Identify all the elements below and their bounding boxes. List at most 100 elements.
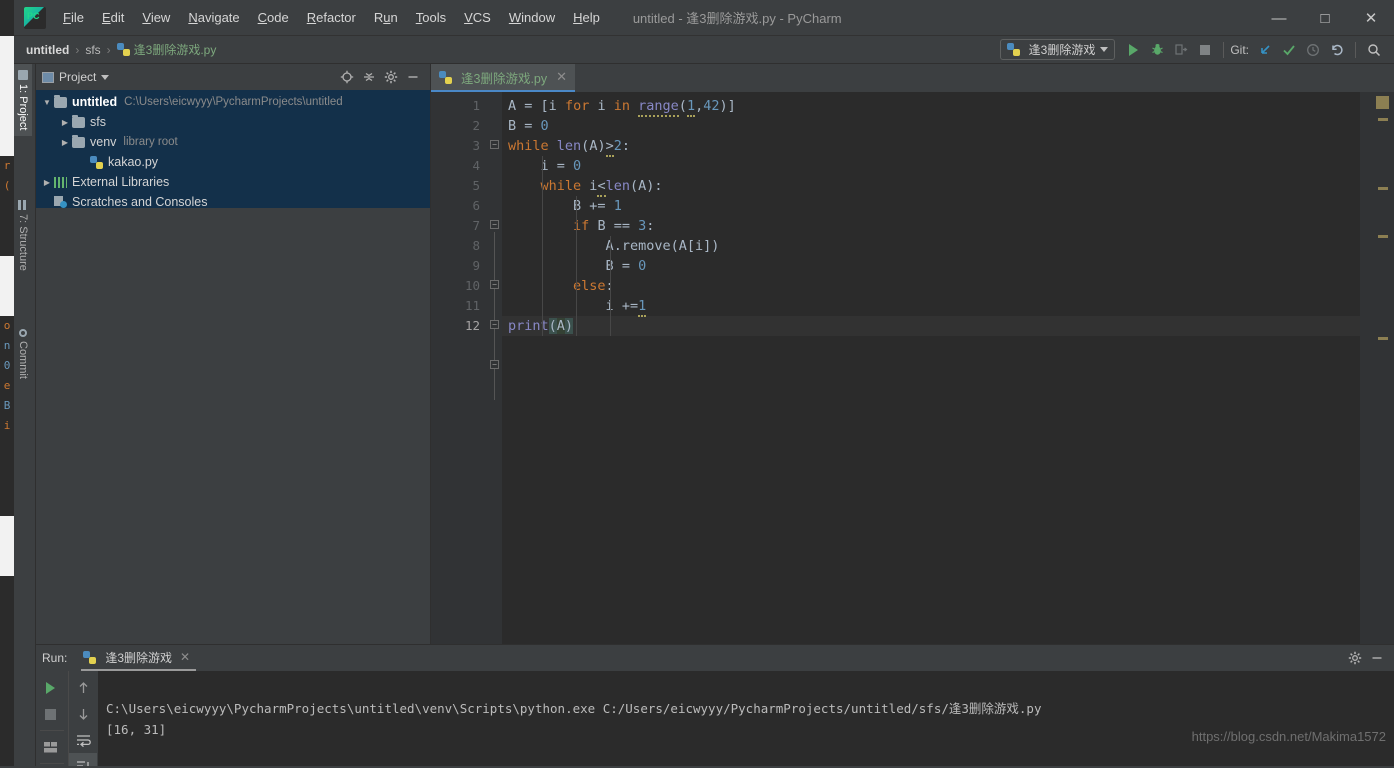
- tree-row[interactable]: ▶ venv library root: [36, 132, 430, 152]
- hide-panel-button[interactable]: [402, 66, 424, 88]
- rollback-button[interactable]: [1325, 39, 1349, 61]
- code-editor[interactable]: 1 2 3 4 5 6 7 8 9 10 11 12 − − − − − A = [i for i i…: [431, 92, 1394, 644]
- menu-item-vcs[interactable]: VCS: [455, 7, 500, 28]
- fold-gutter[interactable]: − − − − −: [488, 92, 502, 644]
- run-configuration-selector[interactable]: 逢3删除游戏: [999, 39, 1116, 60]
- tree-row[interactable]: ▼ untitled C:\Users\eicwyyy\PycharmProject…: [36, 92, 430, 112]
- run-coverage-button[interactable]: [1169, 39, 1193, 61]
- sidebar-item-project[interactable]: 1: Project: [14, 64, 32, 137]
- line-number[interactable]: 11: [431, 296, 488, 316]
- project-panel-title-group[interactable]: Project: [42, 70, 110, 84]
- hide-run-panel-button[interactable]: [1366, 647, 1388, 669]
- update-project-button[interactable]: [1253, 39, 1277, 61]
- console-output[interactable]: C:\Users\eicwyyy\PycharmProjects\untitle…: [98, 671, 1394, 768]
- pycharm-logo-icon: [24, 6, 46, 29]
- menu-item-code[interactable]: Code: [249, 7, 298, 28]
- editor-right-gutter[interactable]: [1360, 92, 1394, 644]
- close-icon[interactable]: ✕: [556, 69, 567, 85]
- locate-file-button[interactable]: [336, 66, 358, 88]
- line-number[interactable]: 7: [431, 216, 488, 236]
- tree-row[interactable]: kakao.py: [36, 152, 430, 172]
- editor-tab[interactable]: 逢3删除游戏.py ✕: [431, 64, 576, 92]
- warning-marker[interactable]: [1378, 235, 1388, 238]
- tree-row[interactable]: ▶ External Libraries: [36, 172, 430, 192]
- warning-marker[interactable]: [1378, 118, 1388, 121]
- fold-toggle[interactable]: −: [490, 360, 499, 369]
- fold-toggle[interactable]: −: [490, 280, 499, 289]
- inspection-status-icon[interactable]: [1376, 96, 1389, 109]
- chevron-right-icon[interactable]: ▶: [40, 178, 54, 187]
- menu-item-window[interactable]: Window: [500, 7, 564, 28]
- menu-item-run[interactable]: Run: [365, 7, 407, 28]
- collapse-all-button[interactable]: [358, 66, 380, 88]
- line-number[interactable]: 8: [431, 236, 488, 256]
- previous-occurrence-button[interactable]: [69, 675, 97, 701]
- line-number[interactable]: 3: [431, 136, 488, 156]
- breadcrumb: untitled › sfs › 逢3删除游戏.py: [14, 41, 216, 58]
- line-number[interactable]: 12: [431, 316, 488, 336]
- chevron-right-icon[interactable]: ▶: [58, 118, 72, 127]
- code-line-12: print(A): [502, 316, 1360, 336]
- line-number[interactable]: 5: [431, 176, 488, 196]
- menu-item-file[interactable]: File: [54, 7, 93, 28]
- close-icon[interactable]: ✕: [180, 650, 190, 664]
- stop-process-button[interactable]: [36, 701, 64, 727]
- breadcrumb-separator: ›: [75, 42, 80, 57]
- fold-toggle[interactable]: −: [490, 320, 499, 329]
- next-occurrence-button[interactable]: [69, 701, 97, 727]
- breadcrumb-item-project[interactable]: untitled: [26, 43, 69, 57]
- gear-icon: [384, 70, 398, 84]
- run-button[interactable]: [1121, 39, 1145, 61]
- settings-button[interactable]: [380, 66, 402, 88]
- menu-item-view[interactable]: View: [133, 7, 179, 28]
- soft-wrap-button[interactable]: [69, 727, 97, 753]
- line-number[interactable]: 4: [431, 156, 488, 176]
- project-tree[interactable]: ▼ untitled C:\Users\eicwyyy\PycharmProject…: [36, 90, 430, 208]
- line-number[interactable]: 9: [431, 256, 488, 276]
- chevron-down-icon[interactable]: ▼: [40, 98, 54, 107]
- run-settings-button[interactable]: [1344, 647, 1366, 669]
- library-icon: [54, 176, 67, 188]
- close-button[interactable]: ✕: [1348, 0, 1394, 36]
- tree-item-detail: C:\Users\eicwyyy\PycharmProjects\untitle…: [124, 96, 343, 108]
- stop-icon: [44, 708, 56, 720]
- fold-toggle[interactable]: −: [490, 220, 499, 229]
- tree-row[interactable]: Scratches and Consoles: [36, 192, 430, 208]
- fold-toggle[interactable]: −: [490, 140, 499, 149]
- line-number[interactable]: 10: [431, 276, 488, 296]
- menu-item-refactor[interactable]: Refactor: [298, 7, 365, 28]
- commit-button[interactable]: [1277, 39, 1301, 61]
- menu-item-help[interactable]: Help: [564, 7, 609, 28]
- tree-row[interactable]: ▶ sfs: [36, 112, 430, 132]
- warning-marker[interactable]: [1378, 337, 1388, 340]
- breadcrumb-item-folder[interactable]: sfs: [85, 43, 100, 57]
- bug-icon: [1152, 44, 1163, 55]
- tree-item-label: External Libraries: [72, 175, 170, 189]
- line-number[interactable]: 6: [431, 196, 488, 216]
- rerun-button[interactable]: [36, 675, 64, 701]
- search-everywhere-button[interactable]: [1362, 39, 1386, 61]
- history-button[interactable]: [1301, 39, 1325, 61]
- sidebar-item-structure[interactable]: 7: Structure: [14, 194, 32, 277]
- menu-item-navigate[interactable]: Navigate: [179, 7, 248, 28]
- minimize-button[interactable]: —: [1256, 0, 1302, 36]
- code-line-4: i = 0: [540, 158, 582, 174]
- code-text-area[interactable]: A = [i for i in range(1,42)] B = 0 while…: [502, 92, 1360, 644]
- stop-button[interactable]: [1193, 39, 1217, 61]
- sidebar-item-commit[interactable]: Commit: [14, 323, 32, 385]
- wrap-icon: [76, 734, 91, 747]
- code-line-10: else:: [573, 278, 614, 294]
- breadcrumb-item-file[interactable]: 逢3删除游戏.py: [116, 41, 216, 58]
- run-tab[interactable]: 逢3删除游戏 ✕: [81, 646, 197, 671]
- search-icon: [1368, 43, 1381, 56]
- maximize-button[interactable]: □: [1302, 0, 1348, 36]
- menu-item-edit[interactable]: Edit: [93, 7, 133, 28]
- menu-item-tools[interactable]: Tools: [407, 7, 455, 28]
- line-number[interactable]: 1: [431, 96, 488, 116]
- debug-button[interactable]: [1145, 39, 1169, 61]
- warning-marker[interactable]: [1378, 187, 1388, 190]
- print-button[interactable]: [36, 734, 64, 760]
- breadcrumb-label: untitled: [26, 42, 70, 57]
- line-number[interactable]: 2: [431, 116, 488, 136]
- chevron-right-icon[interactable]: ▶: [58, 138, 72, 147]
